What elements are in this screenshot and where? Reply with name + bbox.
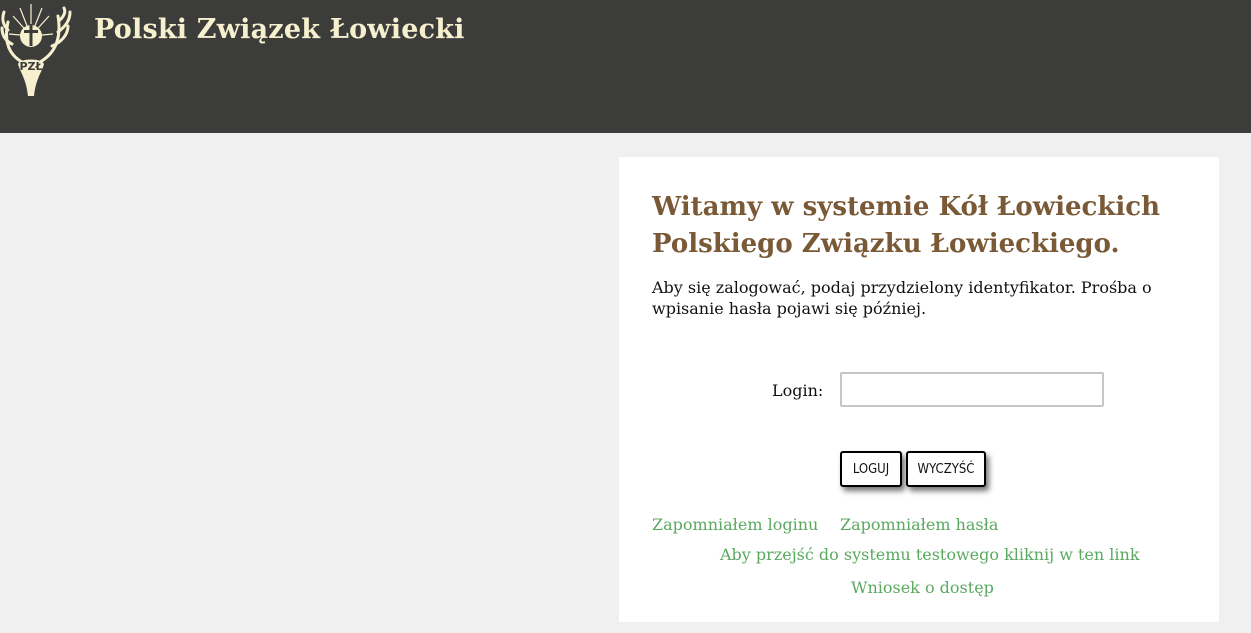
forgot-password-link[interactable]: Zapomniałem hasła [840, 515, 998, 534]
test-system-link[interactable]: Aby przejść do systemu testowego kliknij… [720, 545, 1140, 564]
login-button[interactable]: LOGUJ [840, 451, 902, 487]
login-label: Login: [772, 381, 824, 400]
pzl-logo-icon: PZŁ [0, 4, 72, 96]
site-title: Polski Związek Łowiecki [94, 14, 465, 45]
logo-text: PZŁ [19, 60, 42, 73]
welcome-heading: Witamy w systemie Kół Łowieckich Polskie… [652, 192, 1160, 259]
access-request-link[interactable]: Wniosek o dostęp [851, 578, 994, 597]
login-panel: Witamy w systemie Kół Łowieckich Polskie… [619, 157, 1219, 622]
top-header: PZŁ Polski Związek Łowiecki [0, 0, 1251, 133]
forgot-login-link[interactable]: Zapomniałem loginu [652, 515, 818, 534]
clear-button[interactable]: WYCZYŚĆ [906, 451, 986, 487]
login-input[interactable] [840, 372, 1104, 407]
login-instructions: Aby się zalogować, podaj przydzielony id… [652, 278, 1152, 318]
